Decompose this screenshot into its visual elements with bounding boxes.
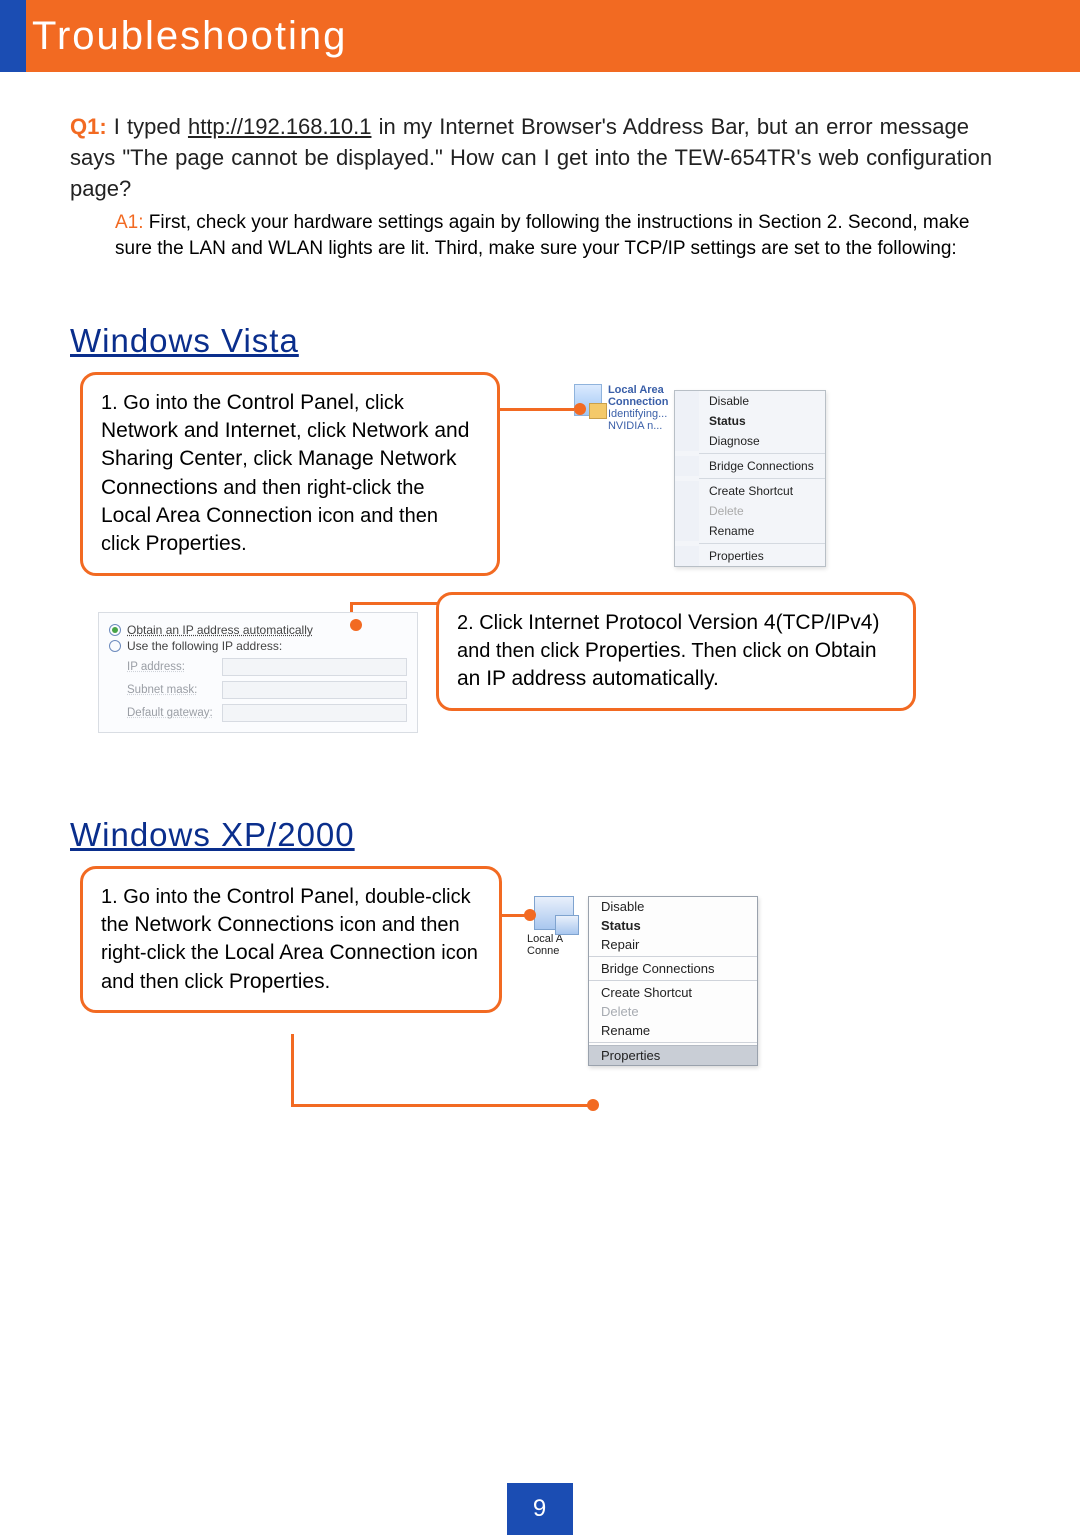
connector-dot (574, 403, 586, 415)
menu-item-create-shortcut[interactable]: Create Shortcut (675, 481, 825, 501)
b: Control Panel (227, 391, 354, 414)
ip-settings-panel: Obtain an IP address automatically Use t… (98, 612, 418, 733)
connector-dot (524, 909, 536, 921)
b: Properties (585, 639, 681, 662)
c3: NVIDIA n... (608, 420, 662, 432)
ip-field-row: Subnet mask: (127, 681, 407, 699)
ip-field-label: Subnet mask: (127, 684, 222, 696)
ip-field-input (222, 704, 407, 722)
radio-off-label: Use the following IP address: (127, 639, 282, 653)
t: 1. Go into the (101, 886, 227, 908)
menu-item-rename[interactable]: Rename (589, 1021, 757, 1040)
t: 2. Click (457, 612, 528, 634)
menu-item-disable[interactable]: Disable (589, 897, 757, 916)
header-bar: Troubleshooting (0, 0, 1080, 72)
ip-field-input (222, 658, 407, 676)
vista-step2-box: 2. Click Internet Protocol Version 4(TCP… (436, 592, 916, 711)
a1-label: A1: (115, 212, 144, 233)
radio-on-label: Obtain an IP address automatically (127, 623, 313, 637)
vista-step1-row: 1. Go into the Control Panel, click Netw… (70, 372, 1010, 612)
b: Internet Protocol Version 4(TCP/IPv4) (528, 611, 879, 634)
connector-line (350, 602, 450, 605)
vista-step1-box: 1. Go into the Control Panel, click Netw… (80, 372, 500, 576)
b: Network and Internet (101, 419, 296, 442)
b: Properties (229, 970, 325, 993)
menu-item-diagnose[interactable]: Diagnose (675, 431, 825, 451)
xp-step1-row: 1. Go into the Control Panel, double-cli… (70, 866, 1010, 1146)
t: . (325, 971, 331, 993)
vista-step2-row: Obtain an IP address automatically Use t… (70, 612, 1010, 792)
connector-line (291, 1034, 294, 1106)
connector-line (500, 408, 580, 411)
radio-use-following: Use the following IP address: (109, 639, 407, 653)
t: , click (354, 392, 404, 414)
ip-field-input (222, 681, 407, 699)
radio-on-icon (109, 624, 121, 636)
ip-field-row: Default gateway: (127, 704, 407, 722)
menu-item-create-shortcut[interactable]: Create Shortcut (589, 983, 757, 1002)
c1: Local Area Connection (608, 384, 669, 408)
t: . (241, 533, 247, 555)
answer-a1: A1: First, check your hardware settings … (115, 210, 1010, 261)
b: Local Area Connection (224, 941, 435, 964)
b: Control Panel (227, 885, 354, 908)
local-area-icon-xp: Local A Conne (524, 896, 584, 957)
c2: Identifying... (608, 408, 667, 420)
a1-text: First, check your hardware settings agai… (115, 212, 969, 259)
menu-item-disable[interactable]: Disable (675, 391, 825, 411)
menu-item-status[interactable]: Status (675, 411, 825, 431)
vista-context-menu: DisableStatusDiagnose Bridge Connections C… (674, 390, 826, 567)
connector-dot (587, 1099, 599, 1111)
b: Local Area Connection (101, 504, 312, 527)
t: , click (242, 448, 298, 470)
c2: Conne (527, 945, 559, 957)
connector-line (291, 1104, 593, 1107)
xp-step1-box: 1. Go into the Control Panel, double-cli… (80, 866, 502, 1013)
q1-url: http://192.168.10.1 (188, 114, 372, 139)
network-icon (534, 896, 574, 930)
content: Q1: I typed http://192.168.10.1 in my In… (0, 72, 1080, 1156)
header-blue-stripe (0, 0, 26, 72)
b: Properties (145, 532, 241, 555)
b: Network Connections (134, 913, 334, 936)
connector-dot (350, 619, 362, 631)
question-q1: Q1: I typed http://192.168.10.1 in my In… (70, 112, 1010, 204)
menu-item-bridge-connections[interactable]: Bridge Connections (675, 456, 825, 476)
ip-field-label: IP address: (127, 661, 222, 673)
xp-context-menu: DisableStatusRepair Bridge Connections Cre… (588, 896, 758, 1066)
t: and then click (457, 640, 585, 662)
menu-item-delete[interactable]: Delete (675, 501, 825, 521)
t: . Then click on (681, 640, 815, 662)
t: and then right-click the (218, 477, 425, 499)
menu-item-delete[interactable]: Delete (589, 1002, 757, 1021)
radio-obtain-auto: Obtain an IP address automatically (109, 623, 407, 637)
section-heading-vista: Windows Vista (70, 322, 1010, 360)
page-number: 9 (507, 1483, 573, 1535)
menu-item-properties[interactable]: Properties (675, 546, 825, 566)
radio-off-icon (109, 640, 121, 652)
page-title: Troubleshooting (32, 14, 347, 59)
t: 1. Go into the (101, 392, 227, 414)
menu-item-properties[interactable]: Properties (589, 1045, 757, 1065)
ip-field-label: Default gateway: (127, 707, 222, 719)
menu-item-rename[interactable]: Rename (675, 521, 825, 541)
t: , click (296, 420, 352, 442)
menu-item-bridge-connections[interactable]: Bridge Connections (589, 959, 757, 978)
menu-item-status[interactable]: Status (589, 916, 757, 935)
q1-pre: I typed (107, 114, 188, 139)
section-heading-xp: Windows XP/2000 (70, 816, 1010, 854)
ip-field-row: IP address: (127, 658, 407, 676)
q1-label: Q1: (70, 114, 107, 139)
menu-item-repair[interactable]: Repair (589, 935, 757, 954)
icon-caption: Local A Conne (527, 933, 584, 957)
